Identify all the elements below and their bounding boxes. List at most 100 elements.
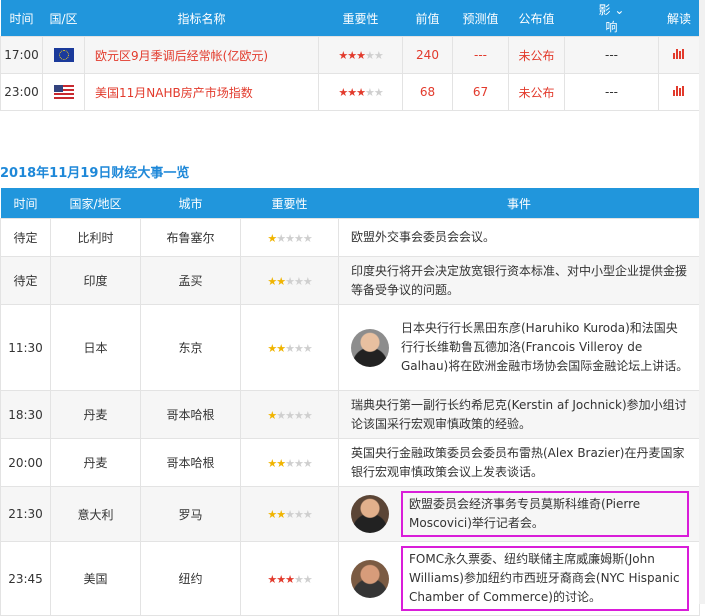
moscovici-avatar [351,495,389,533]
indicator-forecast: 67 [452,73,509,111]
event-country: 意大利 [50,486,141,542]
star-filled-icon: ★ [267,408,277,422]
star-empty-icon: ★ [293,341,304,355]
event-importance: ★★★★★ [240,541,339,616]
star-empty-icon: ★ [293,231,304,245]
star-empty-icon: ★ [302,408,313,422]
indicator-flag-cell [42,36,85,74]
indicator-header-row: 时间 国/区 指标名称 重要性 前值 预测值 公布值影 ⌄ 响解读 [0,0,700,37]
event-city: 布鲁塞尔 [140,218,241,257]
indicator-actual: 未公布 [508,73,565,111]
star-empty-icon: ★ [293,408,304,422]
event-importance: ★★★★★ [240,438,339,487]
star-empty-icon: ★ [276,408,286,422]
indicator-header-3: 重要性 [318,0,403,37]
importance-stars: ★★★★★ [267,231,312,245]
event-text: 英国央行金融政策委员会委员布雷热(Alex Brazier)在丹麦国家银行宏观审… [351,445,685,479]
indicator-row[interactable]: 23:00 美国11月NAHB房产市场指数 ★★★★★ 68 67 未公布 --- [0,73,700,111]
indicator-table: 时间 国/区 指标名称 重要性 前值 预测值 公布值影 ⌄ 响解读 17:00 欧元区9月季调后… [0,0,700,111]
indicator-time: 17:00 [0,36,43,74]
indicator-impact: --- [564,36,659,74]
event-importance: ★★★★★ [240,218,339,257]
indicator-prev: 68 [402,73,453,111]
event-city: 孟买 [140,256,241,305]
indicator-header-5: 预测值 [452,0,509,37]
chart-icon[interactable] [673,49,685,59]
importance-stars: ★★★★★ [267,274,313,288]
star-empty-icon: ★ [293,508,304,521]
star-empty-icon: ★ [285,341,295,355]
event-description-cell: FOMC永久票委、纽约联储主席威廉姆斯(John Williams)参加纽约市西… [338,541,700,616]
event-description-cell: 印度央行将开会决定放宽银行资本标准、对中小型企业提供金援等备受争议的问题。 [338,256,700,305]
importance-stars: ★★★★★ [267,456,312,470]
event-time: 待定 [0,218,51,257]
star-empty-icon: ★ [285,408,295,422]
indicator-importance: ★★★★★ [318,36,403,74]
importance-stars: ★★★★★ [267,572,313,586]
star-empty-icon: ★ [302,508,313,521]
indicator-analysis[interactable] [658,36,700,74]
star-empty-icon: ★ [302,341,313,355]
event-time: 11:30 [0,304,51,391]
events-header-4: 事件 [338,188,700,219]
event-description-cell: 瑞典央行第一副行长约希尼克(Kerstin af Jochnick)参加小组讨论… [338,390,700,439]
event-time: 21:30 [0,486,51,542]
indicator-header-4: 前值 [402,0,453,37]
event-description-cell: 英国央行金融政策委员会委员布雷热(Alex Brazier)在丹麦国家银行宏观审… [338,438,700,487]
chevron-down-icon[interactable]: ⌄ [614,3,624,17]
events-header-row: 时间 国家/地区 城市 重要性 事件 [0,188,700,219]
star-empty-icon: ★ [364,49,375,62]
event-row[interactable]: 18:30 丹麦 哥本哈根 ★★★★★ 瑞典央行第一副行长约希尼克(Kerstin af… [0,390,700,439]
star-empty-icon: ★ [302,274,313,288]
event-row[interactable]: 11:30 日本 东京 ★★★★★ 日本央行行长黑田东彦(Haruhiko Kuroda… [0,304,700,391]
star-filled-icon: ★ [267,508,277,521]
event-text: 欧盟外交事会委员会会议。 [351,230,496,244]
star-filled-icon: ★ [285,572,295,586]
event-row[interactable]: 23:45 美国 纽约 ★★★★★ FOMC永久票委、纽约联储主席威廉姆斯(John W… [0,541,700,616]
indicator-row[interactable]: 17:00 欧元区9月季调后经常帐(亿欧元) ★★★★★ 240 --- 未公布 --- [0,36,700,74]
event-description-cell: 欧盟外交事会委员会会议。 [338,218,700,257]
indicator-header-8: 解读 [658,0,700,37]
star-filled-icon: ★ [276,572,286,586]
indicator-header-2: 指标名称 [84,0,319,37]
indicator-header-6: 公布值 [508,0,565,37]
importance-stars: ★★★★★ [338,85,383,99]
event-time: 待定 [0,256,51,305]
event-country: 日本 [50,304,141,391]
indicator-flag-cell [42,73,85,111]
star-filled-icon: ★ [276,508,286,521]
star-empty-icon: ★ [293,274,304,288]
events-header-1: 国家/地区 [50,188,141,219]
indicator-time: 23:00 [0,73,43,111]
event-country: 比利时 [50,218,141,257]
event-importance: ★★★★★ [240,256,339,305]
star-empty-icon: ★ [373,49,384,62]
star-filled-icon: ★ [267,456,277,470]
star-filled-icon: ★ [356,49,366,62]
star-empty-icon: ★ [285,274,295,288]
star-filled-icon: ★ [276,274,286,288]
star-empty-icon: ★ [285,231,295,245]
star-filled-icon: ★ [338,86,348,99]
event-row[interactable]: 20:00 丹麦 哥本哈根 ★★★★★ 英国央行金融政策委员会委员布雷热(Alex Br… [0,438,700,487]
indicator-name[interactable]: 美国11月NAHB房产市场指数 [84,73,319,111]
scrollbar[interactable] [699,0,705,604]
event-row[interactable]: 21:30 意大利 罗马 ★★★★★ 欧盟委员会经济事务专员莫斯科维奇(Pierre M… [0,486,700,542]
event-row[interactable]: 待定 比利时 布鲁塞尔 ★★★★★ 欧盟外交事会委员会会议。 [0,218,700,257]
event-importance: ★★★★★ [240,390,339,439]
indicator-analysis[interactable] [658,73,700,111]
event-row[interactable]: 待定 印度 孟买 ★★★★★ 印度央行将开会决定放宽银行资本标准、对中小型企业提供金援等… [0,256,700,305]
star-empty-icon: ★ [302,572,313,586]
chart-icon[interactable] [673,86,685,96]
star-empty-icon: ★ [293,456,304,470]
event-time: 18:30 [0,390,51,439]
event-city: 哥本哈根 [140,438,241,487]
indicator-name[interactable]: 欧元区9月季调后经常帐(亿欧元) [84,36,319,74]
event-city: 罗马 [140,486,241,542]
star-filled-icon: ★ [267,231,277,245]
importance-stars: ★★★★★ [338,48,384,62]
event-city: 纽约 [140,541,241,616]
importance-stars: ★★★★★ [267,408,313,422]
star-filled-icon: ★ [267,572,277,586]
event-country: 丹麦 [50,390,141,439]
